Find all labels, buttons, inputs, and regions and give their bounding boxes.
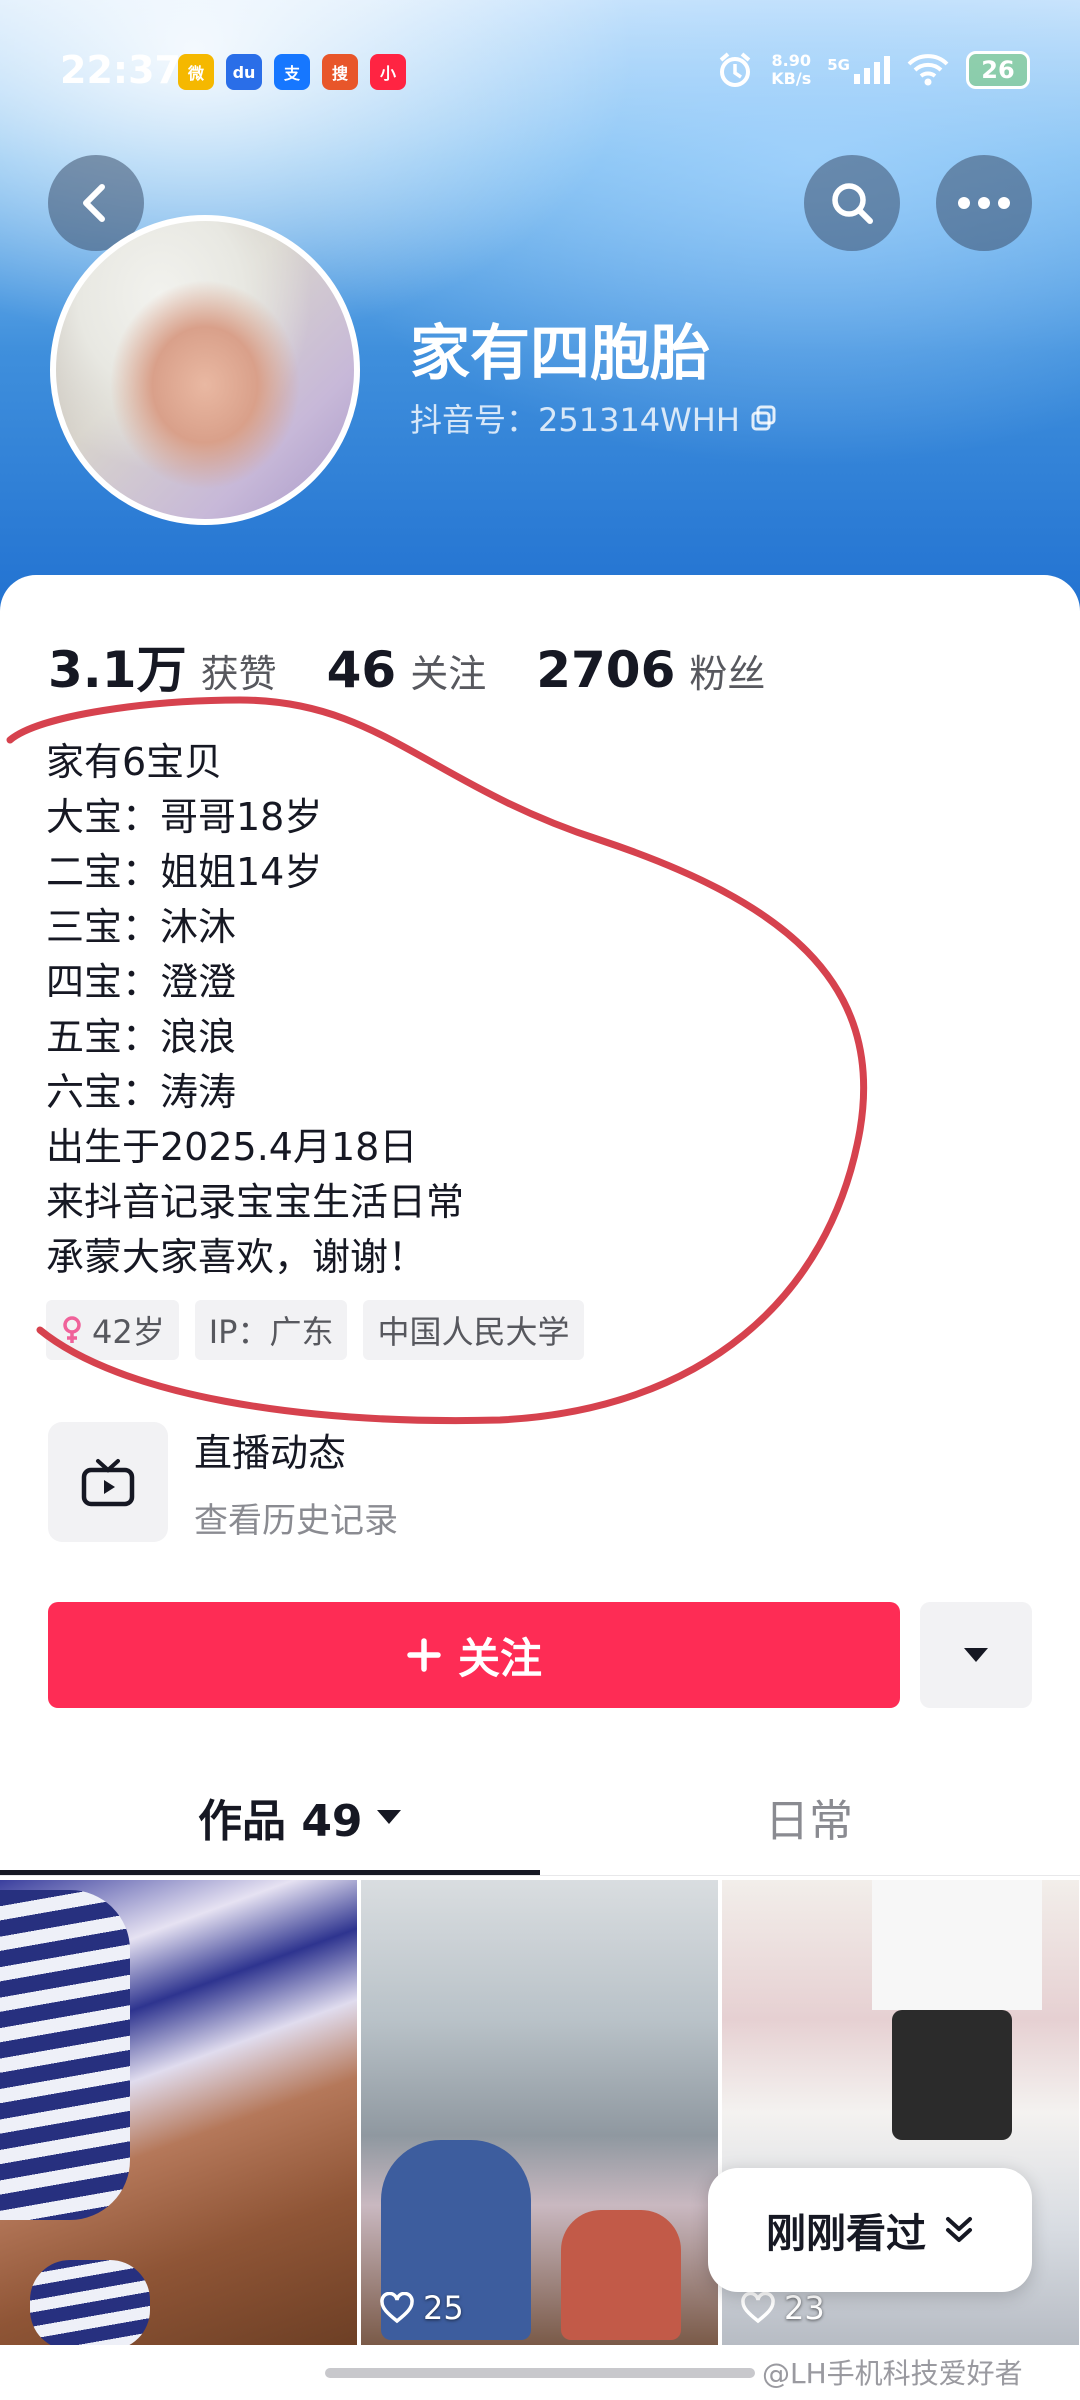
wifi-icon [907,54,949,86]
bio-line: 四宝：澄澄 [46,960,237,1004]
profile-bio: 家有6宝贝 大宝：哥哥18岁 二宝：姐姐14岁 三宝：沐沐 四宝：澄澄 五宝：浪… [46,735,464,1285]
video-thumbnail[interactable] [0,1880,357,2345]
caret-down-icon [376,1810,401,1824]
bio-line: 三宝：沐沐 [46,905,237,949]
female-icon [63,1316,81,1343]
live-history-entry[interactable]: 直播动态 查看历史记录 [48,1422,398,1542]
status-time: 22:37 [60,48,181,92]
double-chevron-down-icon [946,2217,972,2242]
follow-button[interactable]: 关注 [48,1602,900,1708]
following-label: 关注 [410,652,487,696]
video-thumbnail[interactable]: 25 [361,1880,718,2345]
tab-divider [0,1875,1080,1876]
watermark: @LH手机科技爱好者 [762,2357,1023,2390]
weibo-icon: 微 [178,54,214,90]
copy-icon[interactable] [750,404,778,432]
bio-line: 出生于2025.4月18日 [46,1125,418,1169]
home-indicator[interactable] [325,2368,755,2378]
tv-icon [81,1459,135,1507]
more-button[interactable] [936,155,1032,251]
plus-icon [407,1638,441,1672]
signal-icon: 5G [827,56,890,84]
followers-label: 粉丝 [689,652,766,696]
profile-stats: 3.1万 获赞 46 关注 2706 粉丝 [48,630,801,702]
ip-tag: IP：广东 [194,1300,348,1360]
live-icon-box [48,1422,168,1542]
search-icon [832,183,873,224]
live-subtitle: 查看历史记录 [194,1501,398,1541]
status-app-icons: 微 du 支 搜 小 [178,54,406,90]
sougou-icon: 搜 [322,54,358,90]
following-count[interactable]: 46 [327,641,397,699]
followers-count[interactable]: 2706 [536,641,675,699]
likes-count[interactable]: 3.1万 [48,630,187,702]
avatar[interactable] [50,215,360,525]
heart-icon [380,2292,414,2324]
tab-works[interactable]: 作品 49 [198,1785,403,1849]
more-dots-icon [958,197,1010,209]
bio-line: 家有6宝贝 [46,740,223,784]
baidu-icon: du [226,54,262,90]
profile-name: 家有四胞胎 [410,319,710,389]
age-tag: 42岁 [46,1300,179,1360]
status-indicators: 8.90 KB/s 5G 26 [715,50,1030,90]
douyin-id: 抖音号：251314WHH [410,395,778,441]
video-like-count: 25 [379,2289,464,2327]
caret-down-icon [964,1648,988,1662]
chevron-left-icon [83,184,105,222]
live-title: 直播动态 [194,1431,347,1475]
alarm-icon [719,52,751,87]
bio-line: 来抖音记录宝宝生活日常 [46,1180,465,1224]
battery-indicator: 26 [966,51,1030,89]
status-bar: 22:37 微 du 支 搜 小 8.90 KB/s 5G 26 [0,0,1080,140]
net-speed: 8.90 KB/s [771,51,812,88]
bio-line: 大宝：哥哥18岁 [46,795,323,839]
alipay-icon: 支 [274,54,310,90]
bio-line: 六宝：涛涛 [46,1070,237,1114]
search-button[interactable] [804,155,900,251]
bio-line: 五宝：浪浪 [46,1015,237,1059]
bio-line: 二宝：姐姐14岁 [46,850,323,894]
profile-tags: 42岁 IP：广东 中国人民大学 [46,1300,584,1360]
recently-viewed-button[interactable]: 刚刚看过 [708,2168,1032,2292]
bio-line: 承蒙大家喜欢，谢谢！ [46,1235,427,1279]
xiaohongshu-icon: 小 [370,54,406,90]
video-like-count: 23 [740,2289,825,2327]
recommend-dropdown-button[interactable] [920,1602,1032,1708]
profile-header: 22:37 微 du 支 搜 小 8.90 KB/s 5G 26 家有四胞胎 抖… [0,0,1080,640]
heart-icon [741,2292,775,2324]
tab-daily[interactable]: 日常 [765,1785,853,1849]
likes-label: 获赞 [200,652,277,696]
school-tag[interactable]: 中国人民大学 [363,1300,584,1360]
